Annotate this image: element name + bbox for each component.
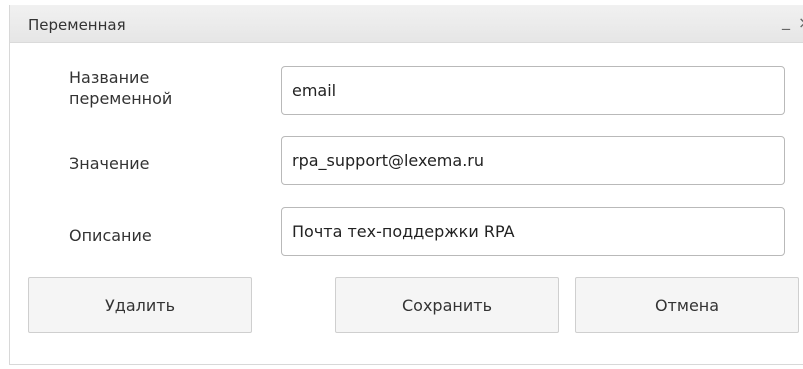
variable-description-input[interactable] (281, 207, 785, 256)
variable-value-label: Значение (69, 154, 150, 173)
title-bar[interactable]: Переменная _ × (10, 5, 803, 43)
close-icon[interactable]: × (798, 13, 803, 33)
variable-value-input[interactable] (281, 136, 785, 185)
variable-name-label: Название переменной (69, 68, 173, 108)
variable-name-input[interactable] (281, 66, 785, 115)
cancel-button[interactable]: Отмена (575, 277, 799, 333)
delete-button[interactable]: Удалить (28, 277, 252, 333)
variable-dialog: Переменная _ × Название переменной Значе… (9, 5, 803, 365)
save-button[interactable]: Сохранить (335, 277, 559, 333)
variable-description-label: Описание (69, 226, 152, 245)
dialog-title: Переменная (28, 16, 126, 34)
minimize-icon[interactable]: _ (782, 11, 790, 31)
